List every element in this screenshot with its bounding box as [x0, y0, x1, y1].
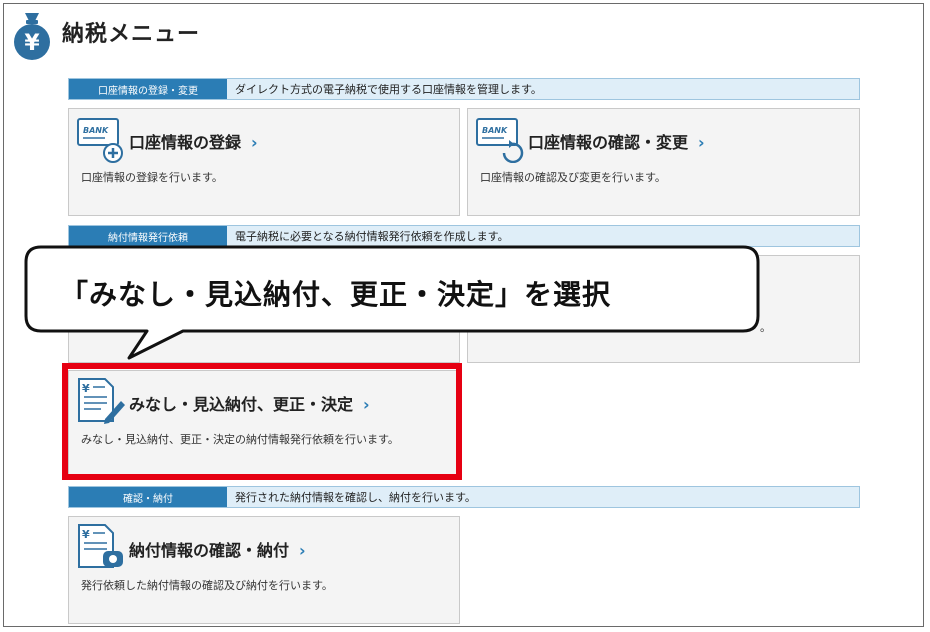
svg-text:¥: ¥ [82, 528, 90, 541]
chevron-right-icon: › [299, 541, 306, 560]
card-title: 納付情報の確認・納付 › [129, 541, 306, 560]
bank-card-refresh-icon: BANK [476, 118, 524, 163]
section-desc: ダイレクト方式の電子納税で使用する口座情報を管理します。 [235, 83, 542, 96]
section-tag: 口座情報の登録・変更 [69, 79, 227, 99]
svg-text:¥: ¥ [24, 31, 40, 56]
callout-text: 「みなし・見込納付、更正・決定」を選択 [60, 278, 612, 311]
card-desc: 発行依頼した納付情報の確認及び納付を行います。 [81, 579, 333, 592]
card-desc-tail: 。 [760, 321, 771, 334]
card-payment[interactable]: ¥ 納付情報の確認・納付 › 発行依頼した納付情報の確認及び納付を行います。 [68, 516, 460, 624]
chevron-right-icon: › [251, 133, 258, 152]
card-desc: 口座情報の登録を行います。 [81, 171, 223, 184]
chevron-right-icon: › [698, 133, 705, 152]
card-account-register[interactable]: BANK 口座情報の登録 › 口座情報の登録を行います。 [68, 108, 460, 216]
section-bar-account: 口座情報の登録・変更 ダイレクト方式の電子納税で使用する口座情報を管理します。 [68, 78, 860, 100]
bank-card-add-icon: BANK [77, 118, 123, 163]
section-tag: 納付情報発行依頼 [69, 226, 227, 246]
section-bar-payment: 確認・納付 発行された納付情報を確認し、納付を行います。 [68, 486, 860, 508]
page-title: 納税メニュー [62, 22, 201, 47]
yen-moneybag-icon: ¥ [14, 13, 50, 60]
section-desc: 発行された納付情報を確認し、納付を行います。 [235, 491, 476, 504]
svg-text:BANK: BANK [83, 126, 109, 135]
selection-highlight [62, 363, 462, 480]
card-title: 口座情報の確認・変更 › [528, 133, 705, 152]
card-title: 口座情報の登録 › [129, 133, 258, 152]
card-desc: 口座情報の確認及び変更を行います。 [480, 171, 666, 184]
card-account-confirm[interactable]: BANK 口座情報の確認・変更 › 口座情報の確認及び変更を行います。 [467, 108, 860, 216]
yen-document-phone-icon: ¥ [78, 524, 123, 568]
section-desc: 電子納税に必要となる納付情報発行依頼を作成します。 [235, 230, 509, 243]
section-tag: 確認・納付 [69, 487, 227, 507]
svg-text:BANK: BANK [482, 126, 508, 135]
